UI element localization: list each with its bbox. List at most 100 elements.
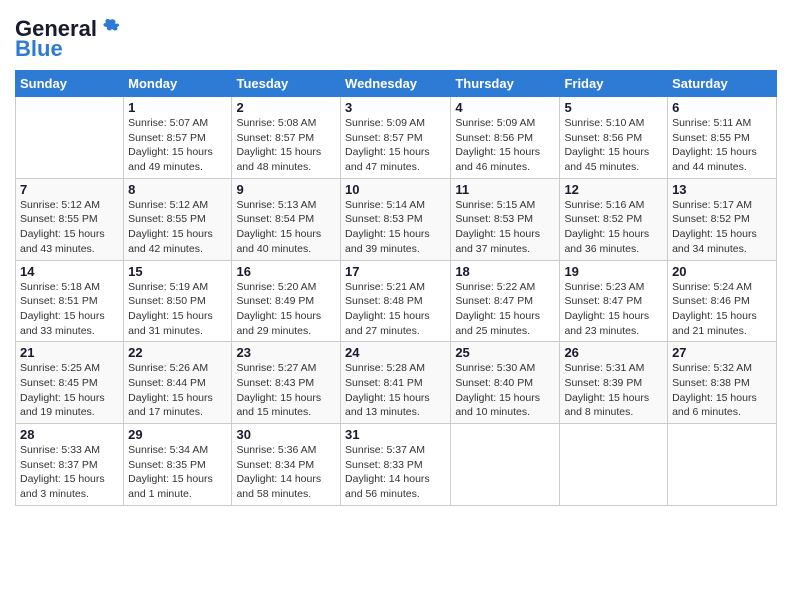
day-number: 12 — [564, 182, 663, 197]
calendar-cell: 2Sunrise: 5:08 AM Sunset: 8:57 PM Daylig… — [232, 97, 341, 179]
day-info: Sunrise: 5:36 AM Sunset: 8:34 PM Dayligh… — [236, 443, 336, 502]
calendar-cell: 23Sunrise: 5:27 AM Sunset: 8:43 PM Dayli… — [232, 342, 341, 424]
calendar-cell: 5Sunrise: 5:10 AM Sunset: 8:56 PM Daylig… — [560, 97, 668, 179]
calendar-cell: 17Sunrise: 5:21 AM Sunset: 8:48 PM Dayli… — [341, 260, 451, 342]
day-info: Sunrise: 5:34 AM Sunset: 8:35 PM Dayligh… — [128, 443, 227, 502]
page-container: General Blue SundayMondayTuesdayWednesda… — [0, 0, 792, 516]
calendar-header-cell: Monday — [124, 71, 232, 97]
day-number: 7 — [20, 182, 119, 197]
day-info: Sunrise: 5:25 AM Sunset: 8:45 PM Dayligh… — [20, 361, 119, 420]
calendar-cell: 24Sunrise: 5:28 AM Sunset: 8:41 PM Dayli… — [341, 342, 451, 424]
day-info: Sunrise: 5:24 AM Sunset: 8:46 PM Dayligh… — [672, 280, 772, 339]
day-number: 21 — [20, 345, 119, 360]
calendar-cell: 25Sunrise: 5:30 AM Sunset: 8:40 PM Dayli… — [451, 342, 560, 424]
day-info: Sunrise: 5:23 AM Sunset: 8:47 PM Dayligh… — [564, 280, 663, 339]
calendar-cell — [451, 424, 560, 506]
calendar-cell: 19Sunrise: 5:23 AM Sunset: 8:47 PM Dayli… — [560, 260, 668, 342]
calendar-cell: 11Sunrise: 5:15 AM Sunset: 8:53 PM Dayli… — [451, 178, 560, 260]
calendar-cell: 9Sunrise: 5:13 AM Sunset: 8:54 PM Daylig… — [232, 178, 341, 260]
day-number: 30 — [236, 427, 336, 442]
day-info: Sunrise: 5:16 AM Sunset: 8:52 PM Dayligh… — [564, 198, 663, 257]
calendar-cell — [16, 97, 124, 179]
day-number: 11 — [455, 182, 555, 197]
day-number: 6 — [672, 100, 772, 115]
calendar-cell — [668, 424, 777, 506]
day-info: Sunrise: 5:33 AM Sunset: 8:37 PM Dayligh… — [20, 443, 119, 502]
day-info: Sunrise: 5:20 AM Sunset: 8:49 PM Dayligh… — [236, 280, 336, 339]
day-number: 27 — [672, 345, 772, 360]
calendar-week-row: 21Sunrise: 5:25 AM Sunset: 8:45 PM Dayli… — [16, 342, 777, 424]
day-info: Sunrise: 5:15 AM Sunset: 8:53 PM Dayligh… — [455, 198, 555, 257]
calendar-week-row: 28Sunrise: 5:33 AM Sunset: 8:37 PM Dayli… — [16, 424, 777, 506]
day-info: Sunrise: 5:19 AM Sunset: 8:50 PM Dayligh… — [128, 280, 227, 339]
day-info: Sunrise: 5:21 AM Sunset: 8:48 PM Dayligh… — [345, 280, 446, 339]
calendar-cell: 6Sunrise: 5:11 AM Sunset: 8:55 PM Daylig… — [668, 97, 777, 179]
day-info: Sunrise: 5:28 AM Sunset: 8:41 PM Dayligh… — [345, 361, 446, 420]
calendar-cell: 29Sunrise: 5:34 AM Sunset: 8:35 PM Dayli… — [124, 424, 232, 506]
calendar-header-row: SundayMondayTuesdayWednesdayThursdayFrid… — [16, 71, 777, 97]
calendar-cell: 12Sunrise: 5:16 AM Sunset: 8:52 PM Dayli… — [560, 178, 668, 260]
calendar-cell: 31Sunrise: 5:37 AM Sunset: 8:33 PM Dayli… — [341, 424, 451, 506]
calendar-header-cell: Wednesday — [341, 71, 451, 97]
calendar-cell — [560, 424, 668, 506]
calendar-header-cell: Saturday — [668, 71, 777, 97]
calendar-cell: 13Sunrise: 5:17 AM Sunset: 8:52 PM Dayli… — [668, 178, 777, 260]
day-number: 20 — [672, 264, 772, 279]
day-info: Sunrise: 5:11 AM Sunset: 8:55 PM Dayligh… — [672, 116, 772, 175]
day-number: 22 — [128, 345, 227, 360]
day-number: 4 — [455, 100, 555, 115]
day-number: 26 — [564, 345, 663, 360]
calendar-cell: 28Sunrise: 5:33 AM Sunset: 8:37 PM Dayli… — [16, 424, 124, 506]
day-number: 25 — [455, 345, 555, 360]
calendar-week-row: 7Sunrise: 5:12 AM Sunset: 8:55 PM Daylig… — [16, 178, 777, 260]
calendar-cell: 14Sunrise: 5:18 AM Sunset: 8:51 PM Dayli… — [16, 260, 124, 342]
day-number: 24 — [345, 345, 446, 360]
day-number: 15 — [128, 264, 227, 279]
day-info: Sunrise: 5:37 AM Sunset: 8:33 PM Dayligh… — [345, 443, 446, 502]
day-number: 23 — [236, 345, 336, 360]
calendar-header-cell: Thursday — [451, 71, 560, 97]
day-info: Sunrise: 5:22 AM Sunset: 8:47 PM Dayligh… — [455, 280, 555, 339]
day-number: 3 — [345, 100, 446, 115]
day-number: 16 — [236, 264, 336, 279]
calendar-cell: 7Sunrise: 5:12 AM Sunset: 8:55 PM Daylig… — [16, 178, 124, 260]
day-number: 29 — [128, 427, 227, 442]
day-info: Sunrise: 5:10 AM Sunset: 8:56 PM Dayligh… — [564, 116, 663, 175]
day-number: 14 — [20, 264, 119, 279]
calendar-header-cell: Friday — [560, 71, 668, 97]
day-number: 28 — [20, 427, 119, 442]
day-info: Sunrise: 5:32 AM Sunset: 8:38 PM Dayligh… — [672, 361, 772, 420]
day-info: Sunrise: 5:12 AM Sunset: 8:55 PM Dayligh… — [20, 198, 119, 257]
day-info: Sunrise: 5:14 AM Sunset: 8:53 PM Dayligh… — [345, 198, 446, 257]
day-info: Sunrise: 5:18 AM Sunset: 8:51 PM Dayligh… — [20, 280, 119, 339]
calendar-cell: 21Sunrise: 5:25 AM Sunset: 8:45 PM Dayli… — [16, 342, 124, 424]
day-number: 17 — [345, 264, 446, 279]
calendar-week-row: 14Sunrise: 5:18 AM Sunset: 8:51 PM Dayli… — [16, 260, 777, 342]
day-info: Sunrise: 5:08 AM Sunset: 8:57 PM Dayligh… — [236, 116, 336, 175]
calendar-cell: 1Sunrise: 5:07 AM Sunset: 8:57 PM Daylig… — [124, 97, 232, 179]
day-number: 13 — [672, 182, 772, 197]
day-info: Sunrise: 5:17 AM Sunset: 8:52 PM Dayligh… — [672, 198, 772, 257]
calendar-cell: 20Sunrise: 5:24 AM Sunset: 8:46 PM Dayli… — [668, 260, 777, 342]
day-number: 2 — [236, 100, 336, 115]
day-number: 8 — [128, 182, 227, 197]
logo: General Blue — [15, 16, 121, 62]
calendar-cell: 30Sunrise: 5:36 AM Sunset: 8:34 PM Dayli… — [232, 424, 341, 506]
day-number: 31 — [345, 427, 446, 442]
calendar-header-cell: Tuesday — [232, 71, 341, 97]
day-number: 1 — [128, 100, 227, 115]
day-info: Sunrise: 5:09 AM Sunset: 8:56 PM Dayligh… — [455, 116, 555, 175]
day-info: Sunrise: 5:31 AM Sunset: 8:39 PM Dayligh… — [564, 361, 663, 420]
calendar-header-cell: Sunday — [16, 71, 124, 97]
day-number: 10 — [345, 182, 446, 197]
day-info: Sunrise: 5:27 AM Sunset: 8:43 PM Dayligh… — [236, 361, 336, 420]
calendar-table: SundayMondayTuesdayWednesdayThursdayFrid… — [15, 70, 777, 506]
calendar-cell: 10Sunrise: 5:14 AM Sunset: 8:53 PM Dayli… — [341, 178, 451, 260]
logo-blue: Blue — [15, 36, 63, 62]
calendar-week-row: 1Sunrise: 5:07 AM Sunset: 8:57 PM Daylig… — [16, 97, 777, 179]
day-info: Sunrise: 5:09 AM Sunset: 8:57 PM Dayligh… — [345, 116, 446, 175]
day-info: Sunrise: 5:30 AM Sunset: 8:40 PM Dayligh… — [455, 361, 555, 420]
calendar-cell: 16Sunrise: 5:20 AM Sunset: 8:49 PM Dayli… — [232, 260, 341, 342]
calendar-cell: 8Sunrise: 5:12 AM Sunset: 8:55 PM Daylig… — [124, 178, 232, 260]
day-number: 19 — [564, 264, 663, 279]
